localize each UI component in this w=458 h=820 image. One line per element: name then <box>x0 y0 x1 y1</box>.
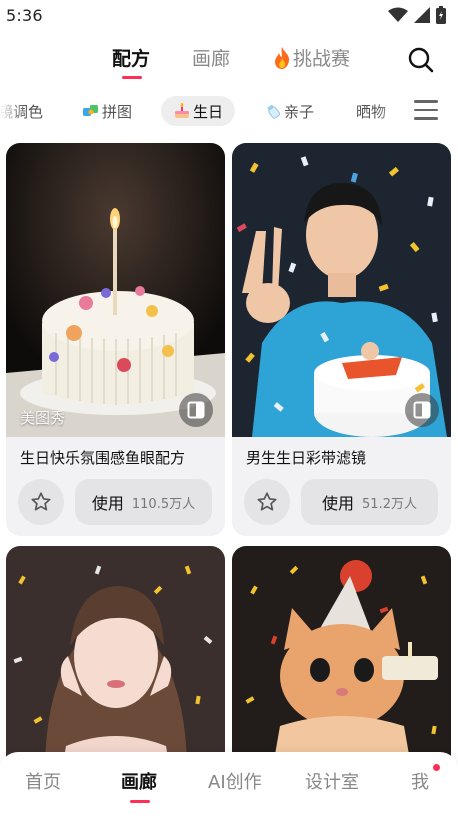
bottom-tab-ai-create[interactable]: AI创作 <box>208 768 262 794</box>
compare-icon[interactable] <box>405 393 439 427</box>
use-button[interactable]: 使用 110.5万人 <box>75 479 212 525</box>
status-icons <box>388 6 446 24</box>
category-fade-right <box>376 92 410 130</box>
search-icon <box>408 47 434 73</box>
menu-icon[interactable] <box>414 100 438 122</box>
bottom-nav: 首页 画廊 AI创作 设计室 我 <box>0 752 458 820</box>
favorite-button[interactable] <box>244 479 290 525</box>
status-bar: 5:36 <box>0 0 458 30</box>
tab-challenge[interactable]: 挑战赛 <box>273 44 350 71</box>
bottom-tab-indicator <box>130 800 150 803</box>
bottom-tab-label: 首页 <box>25 772 61 793</box>
top-nav: 配方 画廊 挑战赛 <box>0 40 458 84</box>
category-row: 镜调色 拼图 生日 亲子 晒物 <box>0 92 458 130</box>
compare-icon[interactable] <box>179 393 213 427</box>
card-image-cake: 美图秀 <box>6 143 225 437</box>
category-item-birthday[interactable]: 生日 <box>161 96 236 126</box>
card-title: 男生生日彩带滤镜 <box>246 449 367 467</box>
signal-icon <box>414 7 430 23</box>
use-label: 使用 <box>322 494 355 513</box>
bottom-tab-label: 画廊 <box>121 772 157 793</box>
cake-icon <box>175 103 189 118</box>
category-label: 亲子 <box>284 102 315 121</box>
bottom-tab-home[interactable]: 首页 <box>25 768 61 794</box>
bottom-tab-gallery[interactable]: 画廊 <box>121 768 157 794</box>
bottom-tab-label: 我 <box>411 772 429 793</box>
category-fade-left <box>0 92 24 130</box>
bottom-tab-me[interactable]: 我 <box>411 768 429 794</box>
star-icon <box>257 492 277 511</box>
watermark: 美图秀 <box>20 409 66 427</box>
tab-active-indicator <box>122 76 142 79</box>
baby-bottle-icon <box>267 104 281 119</box>
bottom-tab-design[interactable]: 设计室 <box>305 768 359 794</box>
recipe-card[interactable]: 美图秀 生日快乐氛围感鱼眼配方 使用 110.5万人 <box>6 143 225 536</box>
favorite-button[interactable] <box>18 479 64 525</box>
use-label: 使用 <box>91 494 124 513</box>
battery-icon <box>436 6 446 24</box>
category-label: 拼图 <box>102 102 133 121</box>
category-item-parenting[interactable]: 亲子 <box>264 96 314 126</box>
star-icon <box>31 492 51 511</box>
card-title: 生日快乐氛围感鱼眼配方 <box>20 449 186 467</box>
category-item-collage[interactable]: 拼图 <box>82 96 132 126</box>
wifi-icon <box>388 7 408 22</box>
fire-icon <box>275 46 290 69</box>
card-image-boy <box>232 143 451 437</box>
tab-recipes[interactable]: 配方 <box>112 44 150 71</box>
bottom-tab-label: AI创作 <box>208 772 262 793</box>
bottom-tab-label: 设计室 <box>305 772 359 793</box>
category-label: 生日 <box>193 102 224 121</box>
tab-recipes-label: 配方 <box>112 48 151 70</box>
use-count: 51.2万人 <box>362 496 417 512</box>
notification-badge <box>433 764 440 771</box>
tab-gallery-label: 画廊 <box>192 48 231 70</box>
puzzle-icon <box>83 105 98 116</box>
recipe-card[interactable]: 男生生日彩带滤镜 使用 51.2万人 <box>232 143 451 536</box>
use-count: 110.5万人 <box>131 496 196 512</box>
status-time: 5:36 <box>6 5 43 25</box>
search-button[interactable] <box>405 44 437 76</box>
tab-gallery[interactable]: 画廊 <box>192 44 230 71</box>
use-button[interactable]: 使用 51.2万人 <box>301 479 438 525</box>
tab-challenge-label: 挑战赛 <box>293 48 351 70</box>
